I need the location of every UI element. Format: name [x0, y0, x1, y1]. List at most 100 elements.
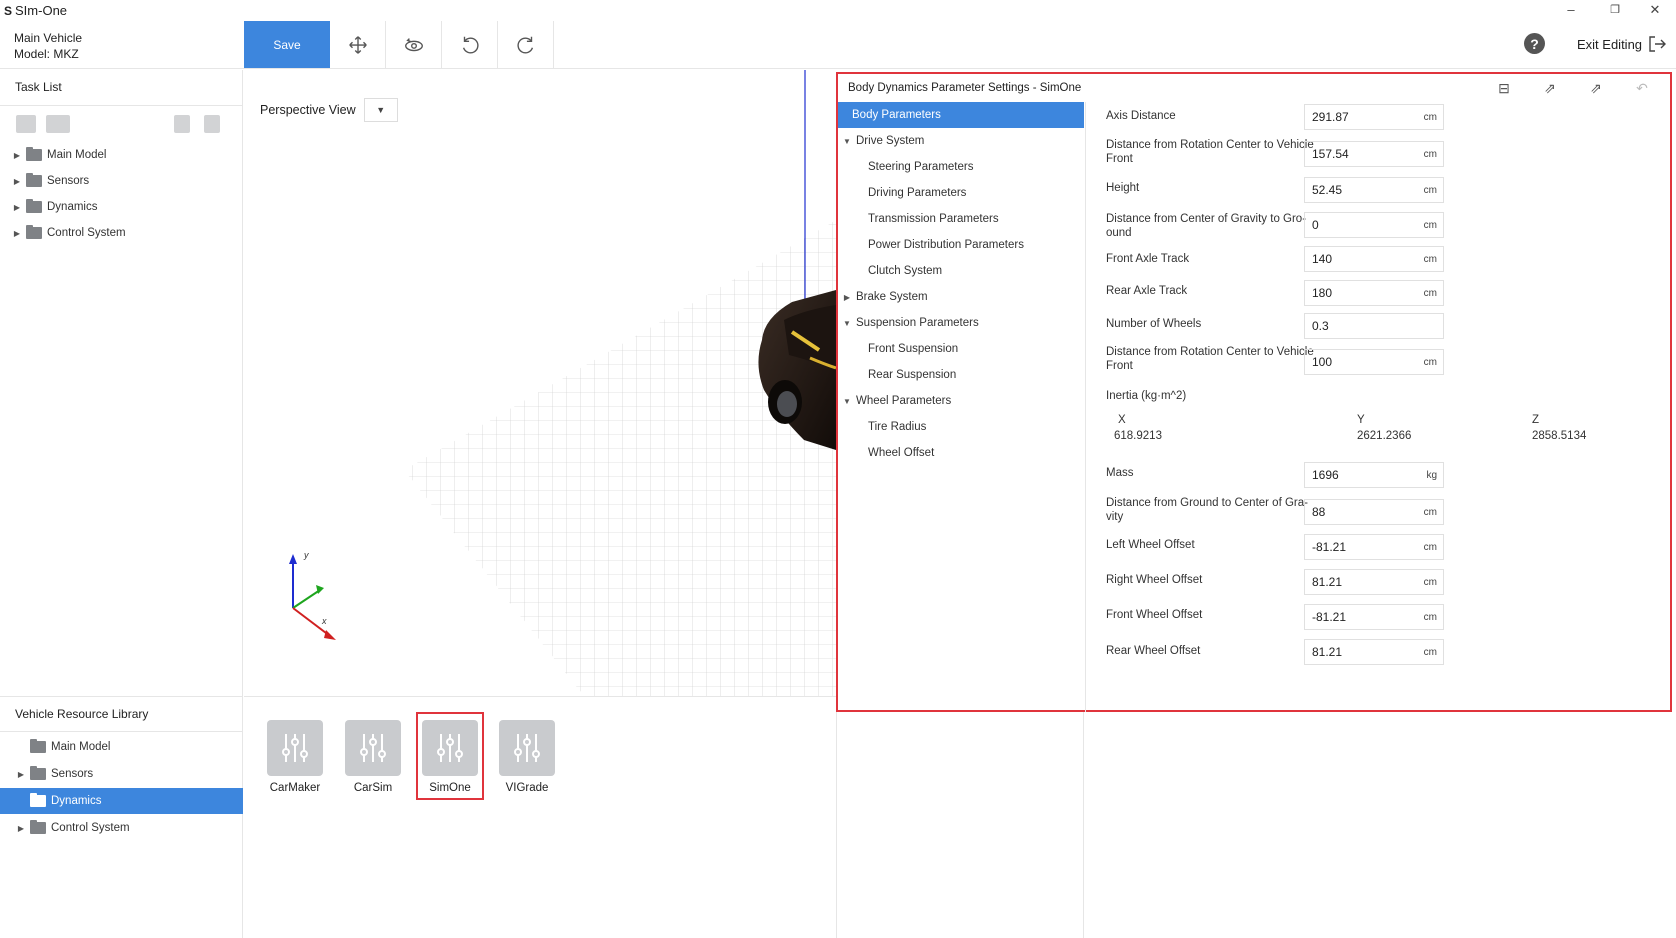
- move-button[interactable]: [330, 21, 386, 68]
- collapse-arrow-icon[interactable]: ▼: [842, 137, 852, 146]
- nav-rear-suspension[interactable]: Rear Suspension: [838, 362, 1084, 388]
- expand-arrow-icon[interactable]: ▶: [16, 770, 26, 779]
- chevron-down-icon[interactable]: ▼: [363, 98, 398, 122]
- task-item-dynamics[interactable]: ▶ Dynamics: [0, 194, 243, 220]
- unit-label: cm: [1423, 541, 1437, 553]
- collapse-arrow-icon[interactable]: ▼: [842, 319, 852, 328]
- library-item-main-model[interactable]: Main Model: [0, 734, 243, 760]
- library-card-simone[interactable]: SimOne: [416, 712, 484, 800]
- 3d-viewport[interactable]: y x Perspective View ▼: [244, 70, 836, 696]
- expand-arrow-icon[interactable]: ▶: [12, 177, 22, 186]
- collapse-icon[interactable]: ⊟: [1494, 78, 1514, 98]
- view-mode-selector[interactable]: Perspective View ▼: [260, 98, 398, 122]
- unit-label: cm: [1423, 356, 1437, 368]
- expand-arrow-icon[interactable]: ▶: [12, 151, 22, 160]
- rear-axle-track-field[interactable]: 180 cm: [1304, 280, 1444, 306]
- restore-icon[interactable]: ❐: [1605, 3, 1625, 16]
- save-button[interactable]: Save: [244, 21, 330, 68]
- app-logo-icon: S: [4, 3, 13, 18]
- folder-icon: [26, 173, 42, 187]
- move-icon: [348, 35, 367, 54]
- expand-arrow-icon[interactable]: ▶: [16, 824, 26, 833]
- nav-driving-parameters[interactable]: Driving Parameters: [838, 180, 1084, 206]
- library-card-label: CarSim: [353, 782, 393, 794]
- folder-icon: [26, 147, 42, 161]
- nav-label: Wheel Offset: [868, 447, 935, 459]
- nav-power-distribution[interactable]: Power Distribution Parameters: [838, 232, 1084, 258]
- ground-to-cog-field[interactable]: 88 cm: [1304, 499, 1444, 525]
- task-item-control-system[interactable]: ▶ Control System: [0, 220, 243, 246]
- inertia-z-label: Z: [1532, 414, 1540, 426]
- field-label: Rear Axle Track: [1106, 285, 1188, 297]
- collapse-arrow-icon[interactable]: ▼: [842, 397, 852, 406]
- nav-label: Drive System: [856, 135, 925, 147]
- right-wheel-offset-field[interactable]: 81.21 cm: [1304, 569, 1444, 595]
- nav-clutch-system[interactable]: Clutch System: [838, 258, 1084, 284]
- unit-label: cm: [1423, 506, 1437, 518]
- expand-arrow-icon[interactable]: ▶: [12, 203, 22, 212]
- nav-body-parameters[interactable]: Body Parameters: [838, 102, 1084, 128]
- nav-label: Front Suspension: [868, 343, 959, 355]
- nav-label: Brake System: [856, 291, 928, 303]
- orbit-button[interactable]: [386, 21, 442, 68]
- library-item-label: Main Model: [51, 741, 111, 753]
- number-of-wheels-field[interactable]: 0.3: [1304, 313, 1444, 339]
- nav-label: Rear Suspension: [868, 369, 957, 381]
- nav-label: Transmission Parameters: [868, 213, 999, 225]
- library-card-carsim[interactable]: CarSim: [345, 720, 401, 794]
- library-item-sensors[interactable]: ▶ Sensors: [0, 761, 243, 787]
- library-card-vigrade[interactable]: VIGrade: [499, 720, 555, 794]
- task-item-sensors[interactable]: ▶ Sensors: [0, 168, 243, 194]
- unit-label: cm: [1423, 611, 1437, 623]
- undo-button[interactable]: [442, 21, 498, 68]
- inertia-x-label: X: [1118, 414, 1126, 426]
- unit-label: cm: [1423, 253, 1437, 265]
- open-folder-icon[interactable]: [46, 115, 70, 133]
- minimize-icon[interactable]: –: [1561, 2, 1581, 17]
- exit-editing-button[interactable]: Exit Editing: [1577, 36, 1667, 52]
- copy-icon[interactable]: [204, 115, 220, 133]
- inertia-y-label: Y: [1357, 414, 1365, 426]
- front-wheel-offset-field[interactable]: -81.21 cm: [1304, 604, 1444, 630]
- new-folder-icon[interactable]: [16, 115, 36, 133]
- delete-icon[interactable]: [174, 115, 190, 133]
- nav-steering-parameters[interactable]: Steering Parameters: [838, 154, 1084, 180]
- expand-arrow-icon[interactable]: ▶: [12, 229, 22, 238]
- field-label: Number of Wheels: [1106, 318, 1202, 330]
- export-icon[interactable]: ⇗: [1540, 78, 1560, 98]
- import-icon[interactable]: ⇗: [1586, 78, 1606, 98]
- expand-arrow-icon[interactable]: ▶: [842, 293, 852, 302]
- vehicle-info: Main Vehicle Model: MKZ: [14, 30, 82, 62]
- nav-suspension-parameters[interactable]: ▼ Suspension Parameters: [838, 310, 1084, 336]
- cog-to-ground-field[interactable]: 0 cm: [1304, 212, 1444, 238]
- inertia-label: Inertia (kg·m^2): [1106, 390, 1187, 402]
- nav-tire-radius[interactable]: Tire Radius: [838, 414, 1084, 440]
- folder-icon: [30, 793, 46, 807]
- front-axle-track-field[interactable]: 140 cm: [1304, 246, 1444, 272]
- height-field[interactable]: 52.45 cm: [1304, 177, 1444, 203]
- rotation-center-front-2-field[interactable]: 100 cm: [1304, 349, 1444, 375]
- mass-field[interactable]: 1696 kg: [1304, 462, 1444, 488]
- axis-distance-field[interactable]: 291.87 cm: [1304, 104, 1444, 130]
- folder-icon: [26, 199, 42, 213]
- close-icon[interactable]: ✕: [1645, 2, 1665, 18]
- nav-wheel-parameters[interactable]: ▼ Wheel Parameters: [838, 388, 1084, 414]
- unit-label: cm: [1423, 148, 1437, 160]
- revert-icon[interactable]: ↶: [1632, 78, 1652, 98]
- rear-wheel-offset-field[interactable]: 81.21 cm: [1304, 639, 1444, 665]
- nav-transmission-parameters[interactable]: Transmission Parameters: [838, 206, 1084, 232]
- library-item-dynamics[interactable]: Dynamics: [0, 788, 243, 814]
- field-value: 0: [1312, 218, 1319, 232]
- rotation-center-front-field[interactable]: 157.54 cm: [1304, 141, 1444, 167]
- library-card-carmaker[interactable]: CarMaker: [267, 720, 323, 794]
- nav-front-suspension[interactable]: Front Suspension: [838, 336, 1084, 362]
- nav-wheel-offset[interactable]: Wheel Offset: [838, 440, 1084, 466]
- library-item-control-system[interactable]: ▶ Control System: [0, 815, 243, 841]
- nav-brake-system[interactable]: ▶ Brake System: [838, 284, 1084, 310]
- left-wheel-offset-field[interactable]: -81.21 cm: [1304, 534, 1444, 560]
- help-icon[interactable]: ?: [1524, 33, 1545, 54]
- redo-button[interactable]: [498, 21, 554, 68]
- vehicle-model: Model: MKZ: [14, 47, 79, 61]
- task-item-main-model[interactable]: ▶ Main Model: [0, 142, 243, 168]
- nav-drive-system[interactable]: ▼ Drive System: [838, 128, 1084, 154]
